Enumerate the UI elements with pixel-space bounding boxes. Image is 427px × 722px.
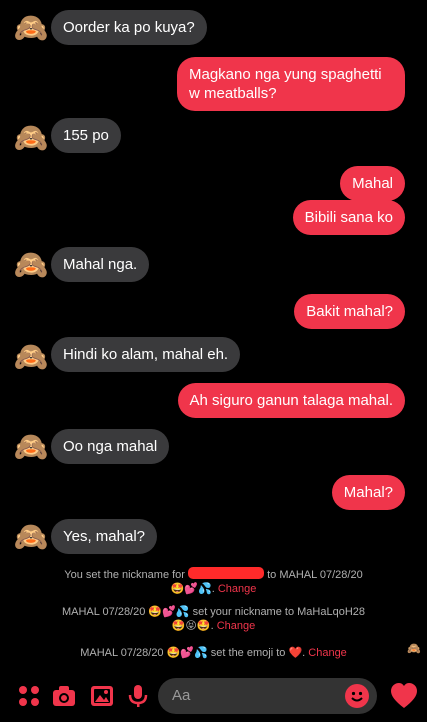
outgoing-message[interactable]: Bakit mahal? — [294, 294, 405, 329]
system-text: You set the nickname for — [64, 569, 185, 581]
emoji-sequence: 🤩💕💦. — [170, 583, 215, 595]
message-composer: Aa — [0, 674, 427, 720]
incoming-message[interactable]: Mahal nga. — [51, 247, 150, 282]
apps-grid-icon[interactable] — [16, 683, 42, 709]
emoji-picker-icon[interactable] — [345, 684, 369, 708]
outgoing-message[interactable]: Mahal? — [331, 475, 405, 510]
system-text: MAHAL 07/28/20 — [61, 606, 146, 618]
change-link[interactable]: Change — [308, 647, 347, 659]
system-message-nickname: You set the nickname for to MAHAL 07/28/… — [0, 567, 427, 596]
gallery-icon[interactable] — [89, 683, 115, 709]
contact-avatar[interactable]: 🙈 — [14, 121, 49, 155]
redacted-name — [188, 567, 265, 579]
system-text: set the emoji to — [210, 647, 286, 659]
outgoing-message[interactable]: Magkano nga yung spaghetti w meatballs? — [177, 57, 405, 111]
system-text: set your nickname to MaHaLqoH28 — [192, 606, 366, 618]
change-link[interactable]: Change — [218, 583, 257, 595]
incoming-message[interactable]: Hindi ko alam, mahal eh. — [51, 337, 241, 372]
message-input[interactable]: Aa — [158, 678, 377, 714]
message-thread: 🙈 Oorder ka po kuya? Magkano nga yung sp… — [0, 0, 427, 665]
outgoing-message[interactable]: Ah siguro ganun talaga mahal. — [177, 383, 405, 418]
heart-emoji: ❤️. — [288, 647, 306, 659]
incoming-message[interactable]: 155 po — [51, 118, 121, 153]
contact-avatar[interactable]: 🙈 — [14, 430, 49, 464]
emoji-sequence: 🤩💕💦 — [166, 647, 208, 659]
outgoing-message[interactable]: Mahal — [340, 166, 405, 201]
emoji-sequence: 🤩💕💦 — [148, 606, 190, 618]
contact-avatar[interactable]: 🙈 — [14, 340, 49, 374]
incoming-message[interactable]: Oo nga mahal — [51, 429, 170, 464]
outgoing-message[interactable]: Bibili sana ko — [292, 200, 405, 235]
contact-avatar[interactable]: 🙈 — [14, 248, 49, 282]
emoji-sequence: 🤩😝🤩. — [171, 620, 214, 632]
contact-avatar[interactable]: 🙈 — [14, 520, 49, 554]
read-receipt-avatar: 🙈 — [407, 643, 421, 655]
system-message-nickname: MAHAL 07/28/20 🤩💕💦 set your nickname to … — [0, 605, 427, 633]
microphone-icon[interactable] — [125, 683, 151, 709]
system-text: MAHAL 07/28/20 — [80, 647, 164, 659]
message-input-placeholder: Aa — [172, 687, 191, 704]
change-link[interactable]: Change — [217, 620, 256, 632]
system-text: to MAHAL 07/28/20 — [267, 569, 363, 581]
incoming-message[interactable]: Oorder ka po kuya? — [51, 10, 207, 45]
like-heart-icon[interactable] — [389, 681, 419, 711]
incoming-message[interactable]: Yes, mahal? — [51, 519, 158, 554]
contact-avatar[interactable]: 🙈 — [14, 11, 49, 45]
camera-icon[interactable] — [51, 683, 77, 709]
system-message-emoji: MAHAL 07/28/20 🤩💕💦 set the emoji to ❤️. … — [0, 646, 427, 660]
